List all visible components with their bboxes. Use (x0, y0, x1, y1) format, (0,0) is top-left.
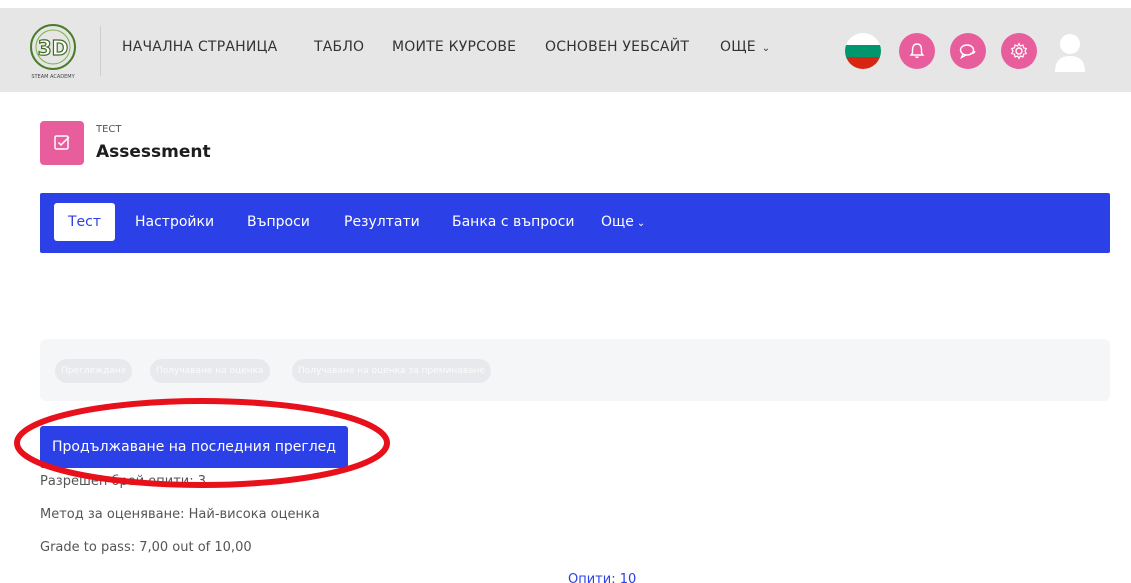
tab-settings[interactable]: Настройки (135, 203, 214, 241)
attempts-count-link[interactable]: Опити: 10 (568, 572, 636, 583)
nav-dashboard[interactable]: ТАБЛО (314, 39, 364, 55)
tab-question-bank-label: Банка с въпроси (452, 214, 575, 230)
checkbox-icon (54, 135, 70, 150)
nav-home-label: НАЧАЛНА СТРАНИЦА (122, 39, 278, 55)
grade-to-pass-text: Grade to pass: 7,00 out of 10,00 (40, 540, 252, 555)
attempts-allowed-text: Разрешен брой опити: 3 (40, 474, 207, 489)
nav-main-website[interactable]: ОСНОВЕН УЕБСАЙТ (545, 39, 689, 55)
site-logo[interactable]: 3D STEAM ACADEMY (24, 20, 82, 82)
nav-home[interactable]: НАЧАЛНА СТРАНИЦА (122, 39, 277, 55)
condition-badge-pass-grade: Получаване на оценка за преминаване (292, 359, 491, 383)
tab-settings-label: Настройки (135, 214, 215, 230)
svg-text:STEAM ACADEMY: STEAM ACADEMY (31, 74, 75, 80)
activity-type-label: ТЕСТ (96, 124, 122, 135)
gear-icon (1010, 42, 1028, 60)
tab-results[interactable]: Резултати (344, 203, 420, 241)
chevron-down-icon: ⌄ (636, 218, 646, 229)
condition-badge-view: Преглеждане (55, 359, 133, 383)
nav-more[interactable]: ОЩЕ ⌄ (720, 39, 770, 55)
tab-questions[interactable]: Въпроси (247, 203, 310, 241)
bulgaria-flag-icon[interactable] (845, 33, 881, 69)
user-avatar-icon[interactable] (1053, 32, 1087, 72)
chat-icon (959, 44, 976, 60)
condition-badge-grade: Получаване на оценка (150, 359, 270, 383)
grading-method-text: Метод за оценяване: Най-висока оценка (40, 507, 320, 522)
completion-conditions: Преглеждане Получаване на оценка Получав… (40, 339, 1110, 401)
svg-text:3D: 3D (38, 36, 69, 60)
tab-question-bank[interactable]: Банка с въпроси (452, 203, 575, 241)
tab-more-label: Още (601, 214, 634, 230)
tab-quiz-label: Тест (68, 214, 102, 230)
tab-quiz[interactable]: Тест (54, 203, 116, 241)
nav-more-label: ОЩЕ (720, 39, 756, 55)
quiz-activity-icon (40, 121, 84, 165)
messages-button[interactable] (950, 33, 986, 69)
page-title: Assessment (96, 142, 211, 162)
bell-icon (909, 43, 925, 59)
nav-my-courses-label: МОИТЕ КУРСОВЕ (392, 39, 517, 55)
settings-button[interactable] (1001, 33, 1037, 69)
tab-more[interactable]: Още ⌄ (601, 203, 645, 241)
nav-my-courses[interactable]: МОИТЕ КУРСОВЕ (392, 39, 516, 55)
nav-dashboard-label: ТАБЛО (314, 39, 365, 55)
tab-results-label: Резултати (344, 214, 420, 230)
logo-divider (100, 26, 101, 76)
nav-main-website-label: ОСНОВЕН УЕБСАЙТ (545, 39, 690, 55)
secondary-navigation: Тест Настройки Въпроси Резултати Банка с… (40, 193, 1110, 253)
chevron-down-icon: ⌄ (761, 43, 771, 54)
continue-last-attempt-button[interactable]: Продължаване на последния преглед (40, 426, 348, 468)
tab-questions-label: Въпроси (247, 214, 310, 230)
notifications-button[interactable] (899, 33, 935, 69)
top-navbar: 3D STEAM ACADEMY НАЧАЛНА СТРАНИЦА ТАБЛО … (0, 8, 1131, 92)
